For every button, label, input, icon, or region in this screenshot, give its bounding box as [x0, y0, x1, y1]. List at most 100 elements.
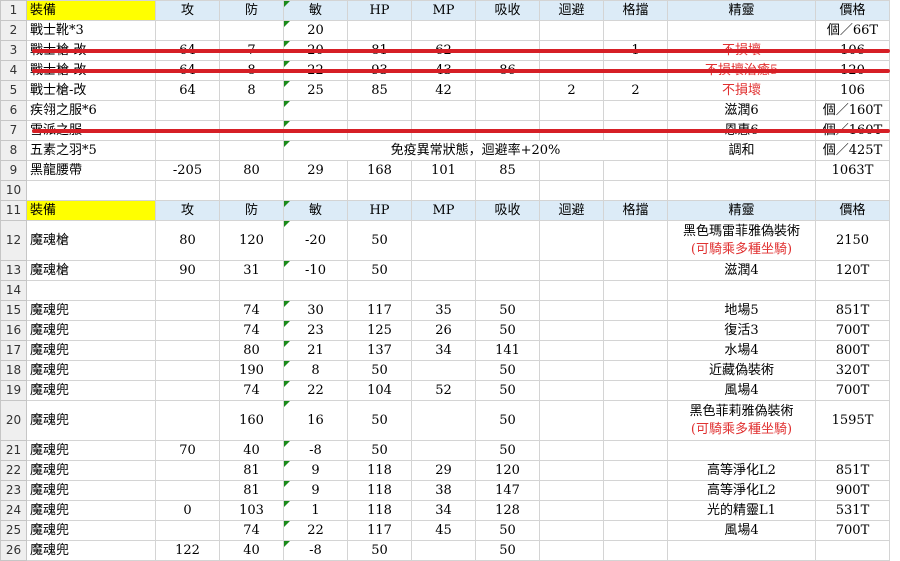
cell-atk[interactable]: [155, 320, 220, 341]
cell-mp[interactable]: 34: [411, 340, 476, 361]
cell-def[interactable]: 160: [219, 400, 284, 441]
cell-block[interactable]: [603, 540, 668, 561]
cell-item[interactable]: 魔魂兜: [26, 500, 156, 521]
cell-block[interactable]: [603, 100, 668, 121]
cell-def[interactable]: 74: [219, 520, 284, 541]
cell-price[interactable]: 1595T: [815, 400, 890, 441]
cell-spirit[interactable]: 精靈: [667, 200, 816, 221]
cell-def[interactable]: [219, 100, 284, 121]
comment-indicator-icon[interactable]: [284, 461, 290, 467]
cell-hp[interactable]: 118: [347, 460, 412, 481]
row-header[interactable]: 24: [0, 500, 27, 521]
cell-agi[interactable]: [283, 280, 348, 301]
cell-agi[interactable]: -8: [283, 440, 348, 461]
cell-def[interactable]: 120: [219, 220, 284, 261]
comment-indicator-icon[interactable]: [284, 221, 290, 227]
cell-atk[interactable]: [155, 140, 220, 161]
cell-mp[interactable]: [411, 440, 476, 461]
cell-hp[interactable]: [347, 100, 412, 121]
cell-spirit[interactable]: [667, 20, 816, 41]
cell-mp[interactable]: 29: [411, 460, 476, 481]
cell-mp[interactable]: [411, 280, 476, 301]
cell-spirit[interactable]: [667, 540, 816, 561]
cell-evade[interactable]: [539, 340, 604, 361]
row-header[interactable]: 8: [0, 140, 27, 161]
comment-indicator-icon[interactable]: [284, 101, 290, 107]
cell-atk[interactable]: [155, 400, 220, 441]
row-header[interactable]: 12: [0, 220, 27, 261]
cell-absorb[interactable]: [475, 80, 540, 101]
cell-item[interactable]: 戰士靴*3: [26, 20, 156, 41]
cell-atk[interactable]: [155, 380, 220, 401]
cell-spirit[interactable]: [667, 160, 816, 181]
cell-agi[interactable]: 20: [283, 20, 348, 41]
cell-def[interactable]: 31: [219, 260, 284, 281]
cell-evade[interactable]: [539, 220, 604, 261]
cell-def[interactable]: 防: [219, 0, 284, 21]
cell-mp[interactable]: [411, 220, 476, 261]
cell-hp[interactable]: [347, 20, 412, 41]
comment-indicator-icon[interactable]: [284, 521, 290, 527]
cell-price[interactable]: 價格: [815, 0, 890, 21]
comment-indicator-icon[interactable]: [284, 361, 290, 367]
cell-evade[interactable]: [539, 300, 604, 321]
cell-atk[interactable]: [155, 520, 220, 541]
cell-price[interactable]: 個／160T: [815, 100, 890, 121]
cell-agi[interactable]: 8: [283, 360, 348, 381]
cell-evade[interactable]: [539, 500, 604, 521]
cell-spirit[interactable]: 滋潤6: [667, 100, 816, 121]
cell-mp[interactable]: [411, 260, 476, 281]
cell-item[interactable]: [26, 180, 156, 201]
cell-item[interactable]: 魔魂兜: [26, 400, 156, 441]
cell-price[interactable]: 個／425T: [815, 140, 890, 161]
cell-hp[interactable]: 50: [347, 440, 412, 461]
cell-block[interactable]: [603, 340, 668, 361]
cell-absorb[interactable]: [475, 180, 540, 201]
cell-block[interactable]: [603, 480, 668, 501]
cell-price[interactable]: [815, 180, 890, 201]
cell-def[interactable]: [219, 20, 284, 41]
cell-absorb[interactable]: [475, 20, 540, 41]
cell-evade[interactable]: [539, 460, 604, 481]
cell-atk[interactable]: [155, 480, 220, 501]
cell-item[interactable]: 裝備: [26, 200, 156, 221]
cell-spirit[interactable]: [667, 180, 816, 201]
cell-absorb[interactable]: 85: [475, 160, 540, 181]
cell-hp[interactable]: [347, 180, 412, 201]
cell-block[interactable]: [603, 160, 668, 181]
cell-mp[interactable]: [411, 100, 476, 121]
cell-block[interactable]: [603, 380, 668, 401]
cell-item[interactable]: 魔魂槍: [26, 260, 156, 281]
cell-absorb[interactable]: 141: [475, 340, 540, 361]
cell-item[interactable]: 魔魂兜: [26, 340, 156, 361]
cell-absorb[interactable]: 50: [475, 360, 540, 381]
comment-indicator-icon[interactable]: [284, 261, 290, 267]
cell-price[interactable]: 900T: [815, 480, 890, 501]
cell-mp[interactable]: 45: [411, 520, 476, 541]
cell-block[interactable]: [603, 400, 668, 441]
comment-indicator-icon[interactable]: [284, 401, 290, 407]
cell-price[interactable]: [815, 540, 890, 561]
cell-hp[interactable]: 85: [347, 80, 412, 101]
cell-evade[interactable]: [539, 180, 604, 201]
row-header[interactable]: 4: [0, 60, 27, 81]
cell-agi[interactable]: [283, 100, 348, 121]
comment-indicator-icon[interactable]: [284, 501, 290, 507]
cell-price[interactable]: 價格: [815, 200, 890, 221]
cell-absorb[interactable]: 50: [475, 380, 540, 401]
cell-price[interactable]: 800T: [815, 340, 890, 361]
cell-evade[interactable]: [539, 160, 604, 181]
comment-indicator-icon[interactable]: [284, 201, 290, 207]
cell-hp[interactable]: 50: [347, 540, 412, 561]
cell-price[interactable]: 120T: [815, 260, 890, 281]
cell-price[interactable]: 851T: [815, 300, 890, 321]
cell-evade[interactable]: [539, 540, 604, 561]
cell-absorb[interactable]: 50: [475, 300, 540, 321]
cell-absorb[interactable]: 50: [475, 440, 540, 461]
row-header[interactable]: 9: [0, 160, 27, 181]
cell-absorb[interactable]: 147: [475, 480, 540, 501]
row-header[interactable]: 17: [0, 340, 27, 361]
row-header[interactable]: 3: [0, 40, 27, 61]
cell-price[interactable]: 2150: [815, 220, 890, 261]
cell-spirit[interactable]: [667, 280, 816, 301]
